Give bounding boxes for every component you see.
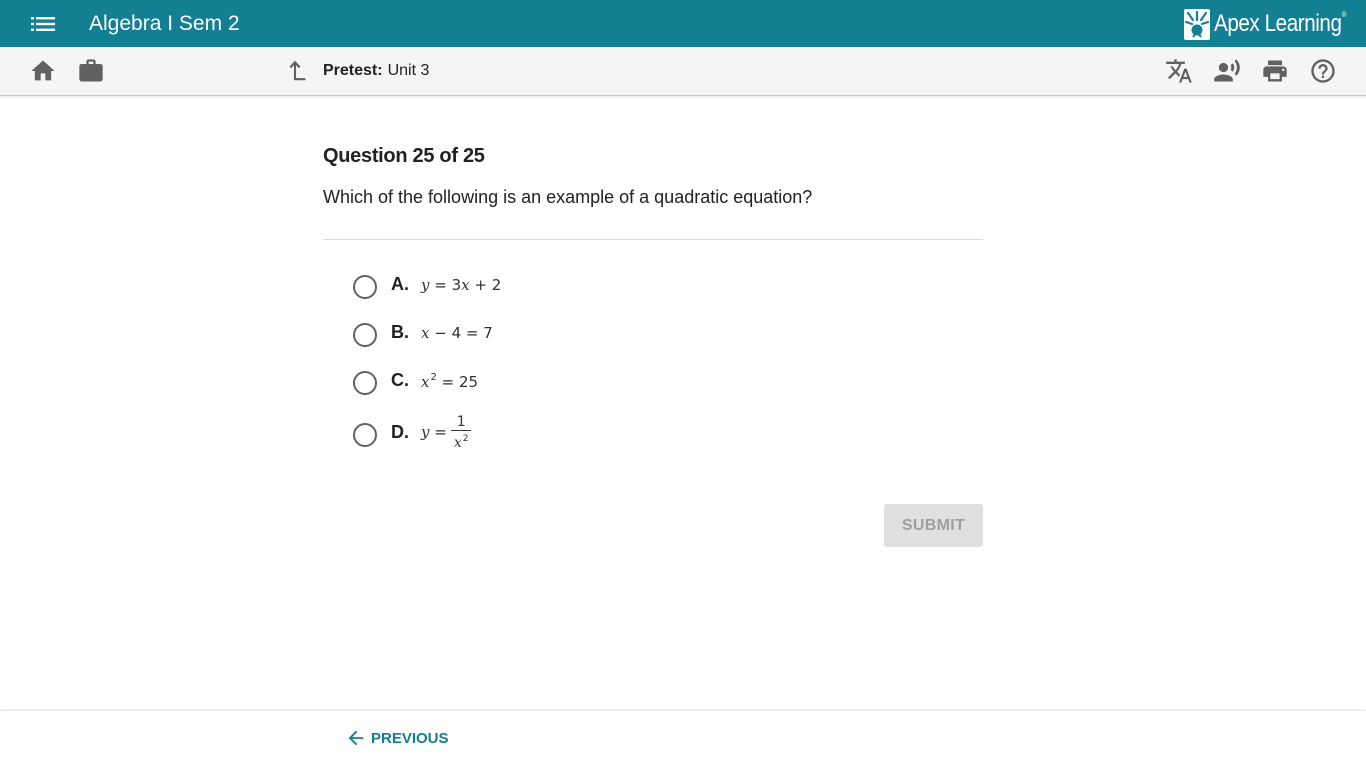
print-button[interactable] <box>1261 57 1289 85</box>
apex-logo-icon <box>1184 8 1210 40</box>
answer-option-a[interactable]: A. y = 3x + 2 <box>351 270 751 304</box>
arrow-left-icon <box>348 730 364 746</box>
top-bar: Algebra I Sem 2 Apex Learning® <box>0 0 1366 47</box>
option-expression: x − 4 = 7 <box>421 324 493 342</box>
translate-button[interactable] <box>1165 57 1193 85</box>
text-to-speech-button[interactable] <box>1213 57 1241 85</box>
menu-icon <box>31 17 55 31</box>
option-letter: B. <box>391 322 409 342</box>
previous-label: PREVIOUS <box>371 729 449 747</box>
fraction: 1 x2 <box>450 414 472 451</box>
question-prompt: Which of the following is an example of … <box>323 187 813 207</box>
radio-button[interactable] <box>353 275 377 299</box>
print-icon <box>1263 60 1287 82</box>
answer-option-b[interactable]: B. x − 4 = 7 <box>351 318 751 352</box>
up-level-button[interactable] <box>281 57 309 85</box>
option-letter: D. <box>391 422 409 442</box>
divider <box>323 239 983 240</box>
menu-button[interactable] <box>31 15 55 33</box>
option-letter: A. <box>391 274 409 294</box>
breadcrumb-label: Pretest: <box>323 62 383 79</box>
up-arrow-icon <box>289 60 306 81</box>
option-expression: y = 3x + 2 <box>421 276 502 294</box>
radio-button[interactable] <box>353 423 377 447</box>
help-icon <box>1311 59 1335 83</box>
previous-button[interactable]: PREVIOUS <box>345 727 449 749</box>
course-title: Algebra I Sem 2 <box>89 12 240 35</box>
briefcase-icon <box>79 59 103 82</box>
home-button[interactable] <box>29 57 57 85</box>
footer-nav: PREVIOUS <box>0 710 1366 769</box>
option-expression: x2 = 25 <box>421 372 479 391</box>
radio-button[interactable] <box>353 371 377 395</box>
brand-name: Apex Learning® <box>1214 10 1347 37</box>
backpack-button[interactable] <box>77 57 105 85</box>
radio-button[interactable] <box>353 323 377 347</box>
question-number: Question 25 of 25 <box>323 145 485 167</box>
brand: Apex Learning® <box>1184 8 1347 40</box>
option-letter: C. <box>391 370 409 390</box>
toolbar: Pretest: Unit 3 <box>0 47 1366 96</box>
translate-icon <box>1166 59 1192 83</box>
text-to-speech-icon <box>1214 59 1240 82</box>
submit-button[interactable]: SUBMIT <box>884 504 983 547</box>
breadcrumb: Pretest: Unit 3 <box>323 60 429 82</box>
option-expression: y = 1 x2 <box>421 414 472 451</box>
answer-option-c[interactable]: C. x2 = 25 <box>351 366 751 400</box>
answer-option-d[interactable]: D. y = 1 x2 <box>351 414 751 458</box>
help-button[interactable] <box>1309 57 1337 85</box>
home-icon <box>31 60 55 81</box>
breadcrumb-value: Unit 3 <box>387 62 430 79</box>
